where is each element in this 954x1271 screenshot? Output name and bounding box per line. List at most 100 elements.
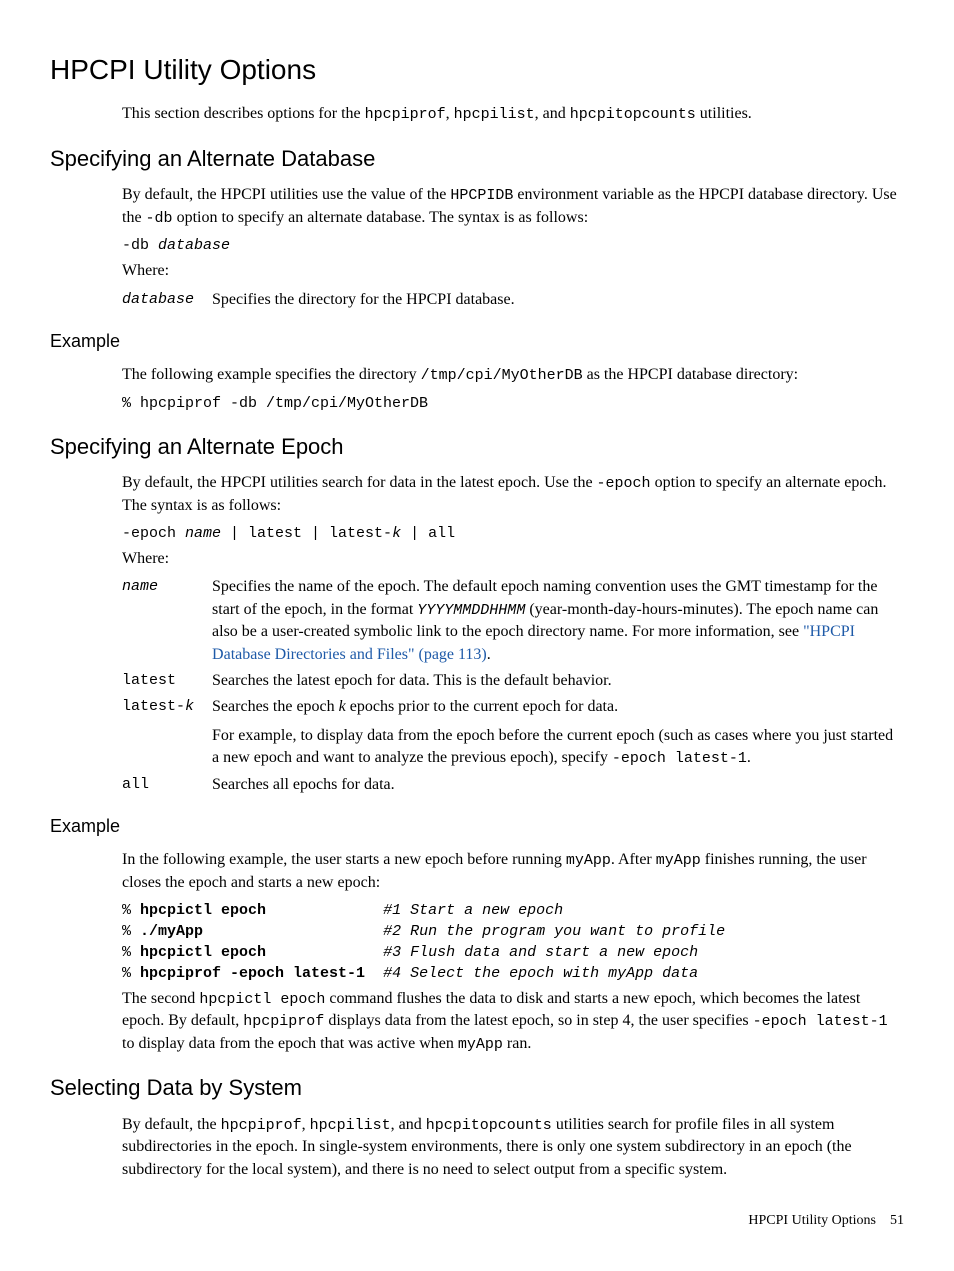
db-def-list: database Specifies the directory for the… [122, 287, 515, 313]
db-example-code: % hpcpiprof -db /tmp/cpi/MyOtherDB [122, 393, 904, 414]
text: The following example specifies the dire… [122, 366, 421, 383]
text: For example, to display data from the ep… [212, 727, 893, 766]
db-syntax: -db database [122, 235, 904, 256]
text: Searches the epoch [212, 698, 339, 715]
page-title: HPCPI Utility Options [50, 50, 904, 89]
example-heading: Example [50, 329, 904, 354]
text: , [302, 1116, 310, 1133]
def-desc: Searches all epochs for data. [212, 772, 904, 798]
prompt: % [122, 923, 140, 940]
pad [203, 923, 383, 940]
code: myApp [656, 852, 701, 869]
example-paragraph: The following example specifies the dire… [122, 364, 904, 386]
cmd: hpcpictl epoch [140, 944, 266, 961]
cmd: ./myApp [140, 923, 203, 940]
param: k [392, 525, 401, 542]
text: . After [611, 851, 656, 868]
footer-section: HPCPI Utility Options [748, 1213, 876, 1228]
def-row-latest: latest Searches the latest epoch for dat… [122, 668, 904, 694]
comment: #1 Start a new epoch [383, 902, 563, 919]
section-heading-database: Specifying an Alternate Database [50, 144, 904, 175]
prompt: % [122, 902, 140, 919]
def-term: latest [122, 668, 212, 694]
text: option to specify an alternate database.… [173, 209, 589, 226]
code: -epoch [597, 475, 651, 492]
text: . [487, 646, 491, 663]
code: hpcpictl epoch [199, 991, 325, 1008]
comment: #2 Run the program you want to profile [383, 923, 725, 940]
epoch-def-list: name Specifies the name of the epoch. Th… [122, 574, 904, 798]
section-heading-system: Selecting Data by System [50, 1073, 904, 1104]
code: /tmp/cpi/MyOtherDB [421, 367, 583, 384]
def-term: database [122, 287, 212, 313]
page-footer: HPCPI Utility Options 51 [50, 1211, 904, 1231]
def-row-name: name Specifies the name of the epoch. Th… [122, 574, 904, 668]
prompt: % [122, 944, 140, 961]
param: k [339, 698, 346, 715]
def-row: database Specifies the directory for the… [122, 287, 515, 313]
text: , and [391, 1116, 426, 1133]
footer-page-number: 51 [890, 1213, 904, 1228]
text: . [747, 749, 751, 766]
comment: #4 Select the epoch with myApp data [383, 965, 698, 982]
code: -epoch latest-1 [753, 1013, 888, 1030]
code: hpcpiprof [365, 106, 446, 123]
text: By default, the [122, 1116, 221, 1133]
def-desc: Searches the epoch k epochs prior to the… [212, 694, 904, 771]
def-desc: Searches the latest epoch for data. This… [212, 668, 904, 694]
def-desc: Specifies the directory for the HPCPI da… [212, 287, 515, 313]
epoch-syntax: -epoch name | latest | latest-k | all [122, 523, 904, 544]
text: | latest | latest- [221, 525, 392, 542]
code: hpcpitopcounts [426, 1117, 552, 1134]
code: myApp [566, 852, 611, 869]
param: k [185, 698, 194, 715]
code: hpcpiprof [243, 1013, 324, 1030]
text: latest- [122, 698, 185, 715]
prompt: % [122, 965, 140, 982]
text: utilities. [696, 105, 752, 122]
def-desc: Specifies the name of the epoch. The def… [212, 574, 904, 668]
code: myApp [458, 1036, 503, 1053]
text: ran. [503, 1035, 531, 1052]
code: hpcpitopcounts [570, 106, 696, 123]
code: -epoch latest-1 [612, 750, 747, 767]
code: hpcpiprof [221, 1117, 302, 1134]
comment: #3 Flush data and start a new epoch [383, 944, 698, 961]
example-heading: Example [50, 814, 904, 839]
para2: For example, to display data from the ep… [212, 725, 904, 770]
text: By default, the HPCPI utilities search f… [122, 474, 597, 491]
text: | all [401, 525, 455, 542]
def-term: all [122, 772, 212, 798]
text: as the HPCPI database directory: [583, 366, 799, 383]
para1: Searches the epoch k epochs prior to the… [212, 696, 904, 718]
text: to display data from the epoch that was … [122, 1035, 458, 1052]
database-paragraph: By default, the HPCPI utilities use the … [122, 184, 904, 229]
param: database [158, 237, 230, 254]
section-heading-epoch: Specifying an Alternate Epoch [50, 432, 904, 463]
code: YYYYMMDDHHMM [417, 602, 525, 619]
code: -db [146, 210, 173, 227]
text: , and [535, 105, 570, 122]
system-paragraph: By default, the hpcpiprof, hpcpilist, an… [122, 1114, 904, 1181]
cmd: hpcpictl epoch [140, 902, 266, 919]
cmd: hpcpiprof -epoch latest-1 [140, 965, 365, 982]
pad [266, 944, 383, 961]
def-row-all: all Searches all epochs for data. [122, 772, 904, 798]
epoch-example-paragraph-2: The second hpcpictl epoch command flushe… [122, 988, 904, 1055]
where-label: Where: [122, 548, 904, 570]
text: -epoch [122, 525, 185, 542]
text: -db [122, 237, 158, 254]
text: In the following example, the user start… [122, 851, 566, 868]
def-row-latestk: latest-k Searches the epoch k epochs pri… [122, 694, 904, 771]
text: displays data from the latest epoch, so … [324, 1012, 752, 1029]
text: This section describes options for the [122, 105, 365, 122]
intro-paragraph: This section describes options for the h… [122, 103, 904, 125]
code: HPCPIDB [450, 187, 513, 204]
def-term: name [122, 574, 212, 668]
text: The second [122, 990, 199, 1007]
pad [266, 902, 383, 919]
epoch-example-paragraph: In the following example, the user start… [122, 849, 904, 894]
def-term: latest-k [122, 694, 212, 771]
epoch-paragraph: By default, the HPCPI utilities search f… [122, 472, 904, 517]
epoch-example-code: % hpcpictl epoch #1 Start a new epoch % … [122, 900, 904, 984]
